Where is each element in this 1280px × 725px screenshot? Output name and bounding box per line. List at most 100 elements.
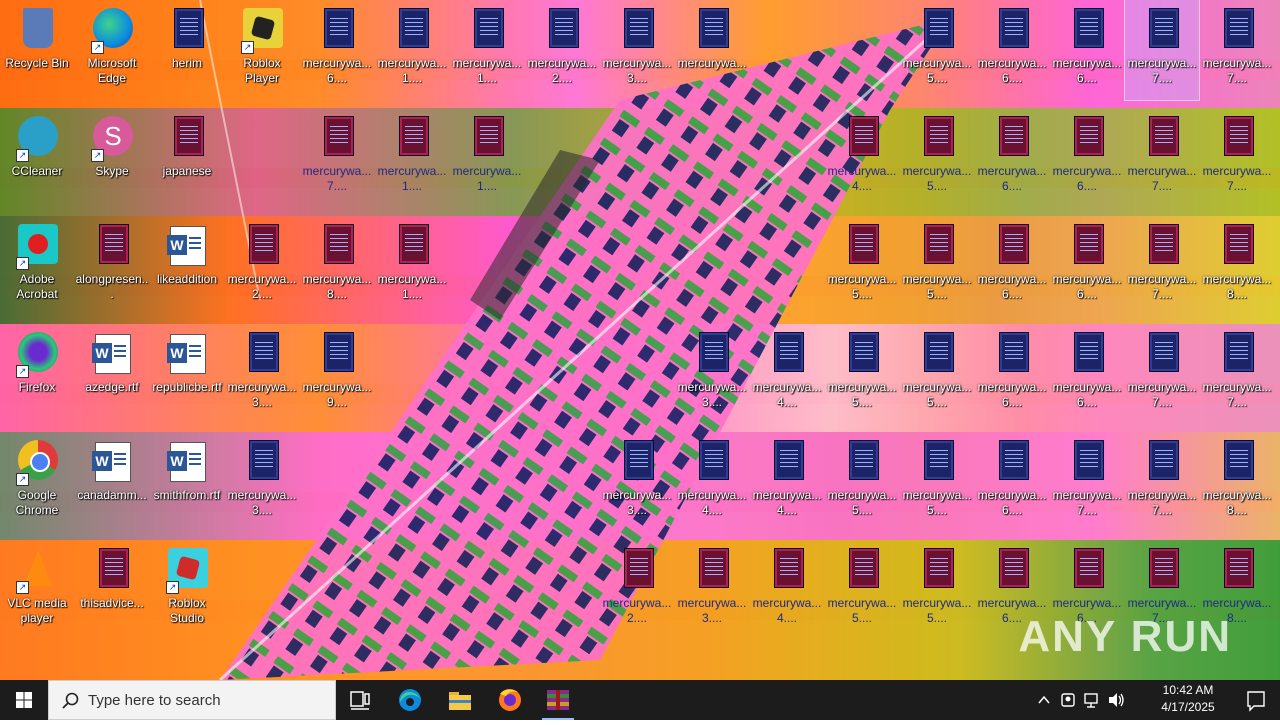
desktop-icon-m-3-15[interactable]: mercurywa... 7.... [1125, 324, 1199, 424]
desktop-icon-label: mercurywa... 7.... [1202, 380, 1272, 409]
desktop-icon-m-3-13[interactable]: mercurywa... 6.... [975, 324, 1049, 424]
desktop-icon-m-1-16[interactable]: mercurywa... 7.... [1200, 108, 1274, 208]
chrome-icon: ↗ [16, 440, 58, 486]
desktop-icon-vlc[interactable]: ↗ VLC media player [0, 540, 74, 640]
desktop-icon-m-0-6[interactable]: mercurywa... 1.... [450, 0, 524, 100]
desktop-icon-label: Google Chrome [15, 488, 59, 517]
desktop-icon-recycle-bin[interactable]: Recycle Bin [0, 0, 74, 100]
desktop-icon-ccleaner[interactable]: ↗ CCleaner [0, 108, 74, 208]
desktop-icon-m-1-5[interactable]: mercurywa... 1.... [375, 108, 449, 208]
desktop-icon-m-2-12[interactable]: mercurywa... 5.... [900, 216, 974, 316]
desktop-icon-m-0-14[interactable]: mercurywa... 6.... [1050, 0, 1124, 100]
desktop-icon-m-2-3[interactable]: mercurywa... 2.... [225, 216, 299, 316]
desktop-icon-m-2-15[interactable]: mercurywa... 7.... [1125, 216, 1199, 316]
desktop-icon-japanese[interactable]: japanese [150, 108, 224, 208]
document-icon [466, 8, 508, 52]
desktop-icon-m-2-13[interactable]: mercurywa... 6.... [975, 216, 1049, 316]
desktop[interactable]: Recycle Bin ↗ Microsoft Edge herim ↗ Roblox P… [0, 0, 1280, 680]
desktop-icon-m-2-4[interactable]: mercurywa... 8.... [300, 216, 374, 316]
task-view-button[interactable] [336, 680, 384, 720]
desktop-icon-m-3-12[interactable]: mercurywa... 5.... [900, 324, 974, 424]
taskbar-firefox-button[interactable] [486, 680, 534, 720]
desktop-icon-label: mercurywa... 5.... [902, 272, 972, 301]
desktop-icon-republicbe[interactable]: Wrepublicbe.rtf [150, 324, 224, 424]
desktop-icon-m-2-14[interactable]: mercurywa... 6.... [1050, 216, 1124, 316]
desktop-icon-acrobat[interactable]: ↗ Adobe Acrobat [0, 216, 74, 316]
document-icon [841, 440, 883, 484]
desktop-icon-m-3-4[interactable]: mercurywa... 9.... [300, 324, 374, 424]
desktop-icon-label: azedge.rtf [85, 380, 139, 394]
desktop-icon-m-1-11[interactable]: mercurywa... 4.... [825, 108, 899, 208]
shortcut-arrow-icon: ↗ [16, 581, 29, 594]
desktop-icon-m-1-13[interactable]: mercurywa... 6.... [975, 108, 1049, 208]
taskbar-clock[interactable]: 10:42 AM 4/17/2025 [1148, 682, 1228, 716]
desktop-icon-m-1-15[interactable]: mercurywa... 7.... [1125, 108, 1199, 208]
desktop-icon-m-4-9[interactable]: mercurywa... 4.... [675, 432, 749, 532]
desktop-icon-m-5-8[interactable]: mercurywa... 2.... [600, 540, 674, 640]
taskbar-edge-button[interactable] [386, 680, 434, 720]
desktop-icon-m-0-12[interactable]: mercurywa... 5.... [900, 0, 974, 100]
desktop-icon-azedge[interactable]: Wazedge.rtf [75, 324, 149, 424]
desktop-icon-m-4-16[interactable]: mercurywa... 8.... [1200, 432, 1274, 532]
desktop-icon-skype[interactable]: S ↗ Skype [75, 108, 149, 208]
desktop-icon-m-1-12[interactable]: mercurywa... 5.... [900, 108, 974, 208]
volume-icon[interactable] [1104, 680, 1128, 720]
desktop-icon-m-0-9[interactable]: mercurywa... [675, 0, 749, 100]
desktop-icon-m-4-10[interactable]: mercurywa... 4.... [750, 432, 824, 532]
desktop-icon-m-2-5[interactable]: mercurywa... 1.... [375, 216, 449, 316]
recycle-bin-icon [16, 8, 58, 52]
desktop-icon-m-3-16[interactable]: mercurywa... 7.... [1200, 324, 1274, 424]
desktop-icon-m-4-15[interactable]: mercurywa... 7.... [1125, 432, 1199, 532]
desktop-icon-m-0-7[interactable]: mercurywa... 2.... [525, 0, 599, 100]
desktop-icon-m-5-11[interactable]: mercurywa... 5.... [825, 540, 899, 640]
desktop-icon-m-4-13[interactable]: mercurywa... 6.... [975, 432, 1049, 532]
desktop-icon-m-3-10[interactable]: mercurywa... 4.... [750, 324, 824, 424]
desktop-icon-firefox[interactable]: ↗ Firefox [0, 324, 74, 424]
desktop-icon-m-2-11[interactable]: mercurywa... 5.... [825, 216, 899, 316]
desktop-icon-herim[interactable]: herim [150, 0, 224, 100]
desktop-icon-roblox-studio[interactable]: ↗ Roblox Studio [150, 540, 224, 640]
network-icon[interactable] [1080, 680, 1104, 720]
desktop-icon-m-4-14[interactable]: mercurywa... 7.... [1050, 432, 1124, 532]
taskbar-winrar-button[interactable] [534, 680, 582, 720]
desktop-icon-m-5-12[interactable]: mercurywa... 5.... [900, 540, 974, 640]
chevron-up-icon[interactable] [1032, 680, 1056, 720]
document-icon [1066, 8, 1108, 52]
desktop-icon-m-4-12[interactable]: mercurywa... 5.... [900, 432, 974, 532]
desktop-icon-m-2-16[interactable]: mercurywa... 8.... [1200, 216, 1274, 316]
start-button[interactable] [0, 680, 48, 720]
desktop-icon-m-3-11[interactable]: mercurywa... 5.... [825, 324, 899, 424]
desktop-icon-canadamm[interactable]: Wcanadamm... [75, 432, 149, 532]
desktop-icon-m-1-6[interactable]: mercurywa... 1.... [450, 108, 524, 208]
desktop-icon-likeaddition[interactable]: Wlikeaddition [150, 216, 224, 316]
taskbar-file-explorer-button[interactable] [436, 680, 484, 720]
desktop-icon-m-4-3[interactable]: mercurywa... 3.... [225, 432, 299, 532]
desktop-icon-m-3-3[interactable]: mercurywa... 3.... [225, 324, 299, 424]
desktop-icon-m-4-8[interactable]: mercurywa... 3.... [600, 432, 674, 532]
desktop-icon-m-5-9[interactable]: mercurywa... 3.... [675, 540, 749, 640]
search-box[interactable]: Type here to search [48, 680, 336, 720]
desktop-icon-m-0-8[interactable]: mercurywa... 3.... [600, 0, 674, 100]
desktop-icon-thisadvice[interactable]: thisadvice... [75, 540, 149, 640]
desktop-icon-m-3-9[interactable]: mercurywa... 3.... [675, 324, 749, 424]
desktop-icon-along[interactable]: alongpresen... [75, 216, 149, 316]
desktop-icon-roblox-player[interactable]: ↗ Roblox Player [225, 0, 299, 100]
desktop-icon-m-4-11[interactable]: mercurywa... 5.... [825, 432, 899, 532]
desktop-icon-label: mercurywa... 1.... [452, 164, 522, 193]
desktop-icon-m-0-15[interactable]: mercurywa... 7.... [1124, 0, 1200, 101]
desktop-icon-m-5-10[interactable]: mercurywa... 4.... [750, 540, 824, 640]
desktop-icon-m-0-13[interactable]: mercurywa... 6.... [975, 0, 1049, 100]
desktop-icon-edge[interactable]: ↗ Microsoft Edge [75, 0, 149, 100]
desktop-icon-smithfrom[interactable]: Wsmithfrom.rtf [150, 432, 224, 532]
desktop-icon-label: mercurywa... 1.... [377, 164, 447, 193]
desktop-icon-m-3-14[interactable]: mercurywa... 6.... [1050, 324, 1124, 424]
people-icon[interactable] [1056, 680, 1080, 720]
desktop-icon-m-0-5[interactable]: mercurywa... 1.... [375, 0, 449, 100]
action-center-button[interactable] [1232, 680, 1280, 720]
document-icon [916, 116, 958, 160]
desktop-icon-m-1-14[interactable]: mercurywa... 6.... [1050, 108, 1124, 208]
desktop-icon-m-0-16[interactable]: mercurywa... 7.... [1200, 0, 1274, 100]
desktop-icon-m-0-4[interactable]: mercurywa... 6.... [300, 0, 374, 100]
desktop-icon-chrome[interactable]: ↗ Google Chrome [0, 432, 74, 532]
desktop-icon-m-1-4[interactable]: mercurywa... 7.... [300, 108, 374, 208]
